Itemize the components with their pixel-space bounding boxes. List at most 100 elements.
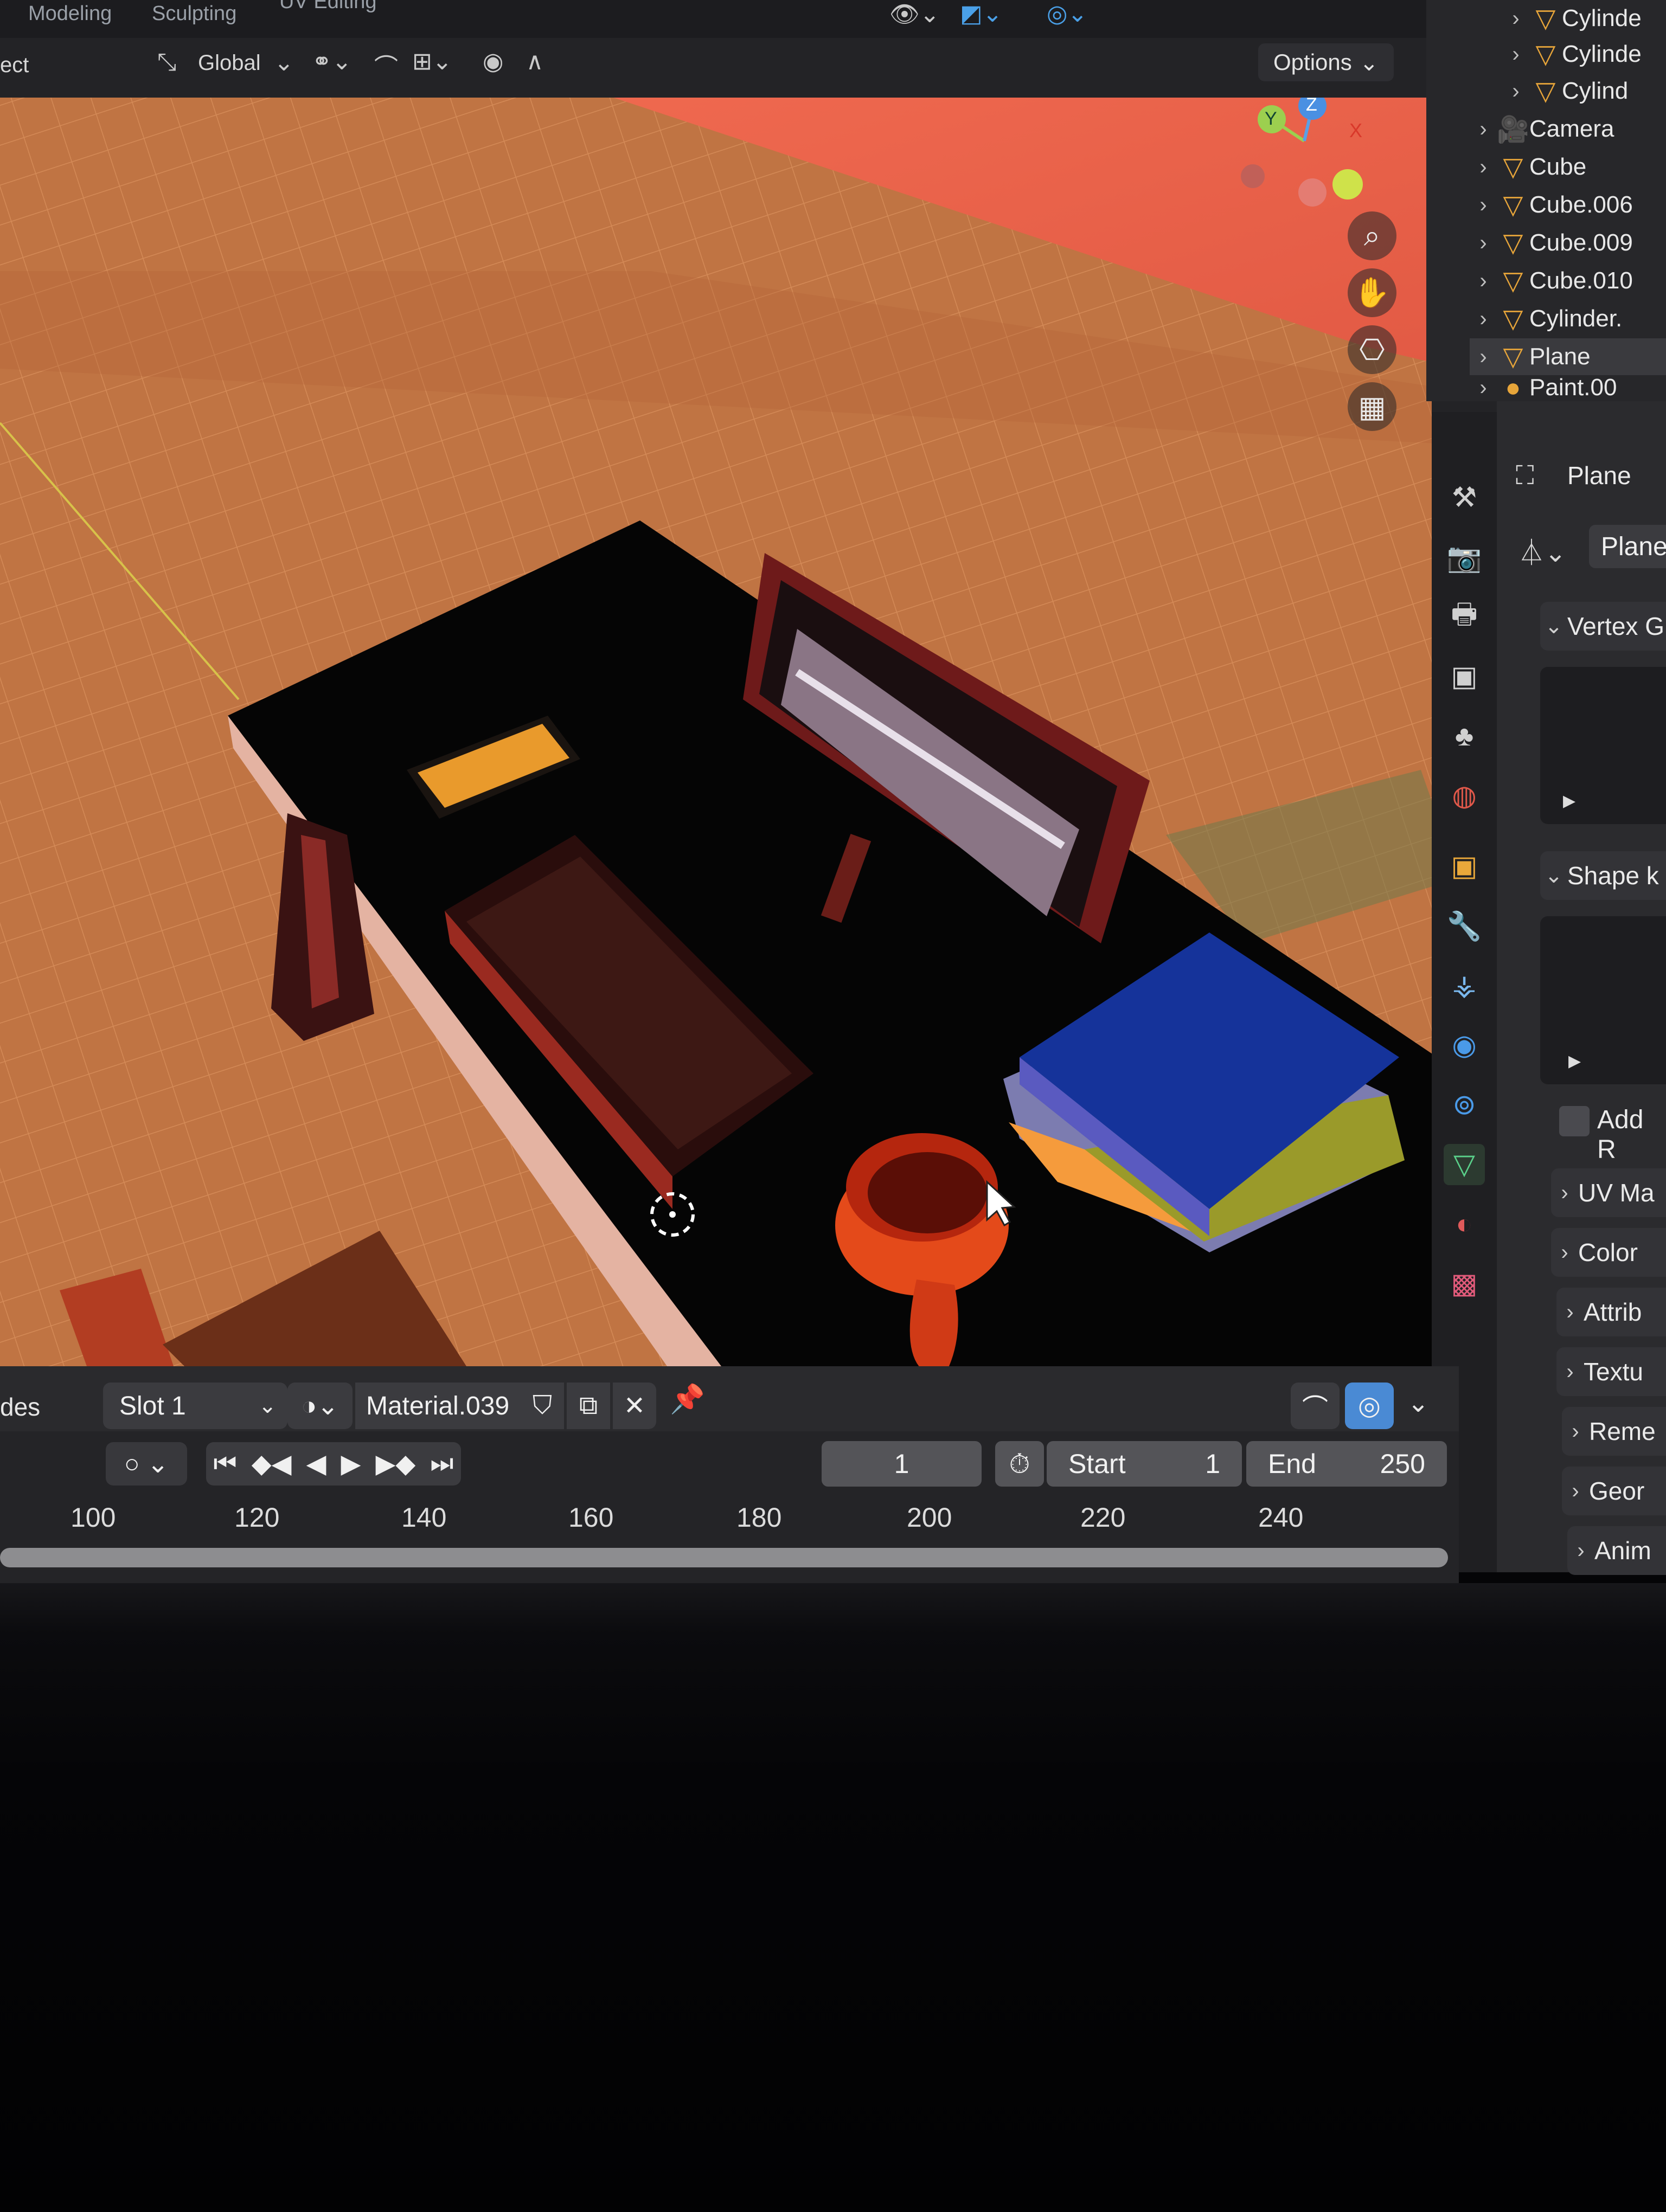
chevron-down-icon: ⌄ bbox=[274, 49, 294, 76]
view-object-types-icon[interactable]: 👁⌄ bbox=[889, 0, 940, 28]
overlay-toggle-icon[interactable]: ◎ bbox=[1345, 1382, 1394, 1429]
outliner-item[interactable]: › ▽ Cylinder. bbox=[1470, 300, 1666, 337]
outliner-item[interactable]: › ▽ Cube.006 bbox=[1470, 187, 1666, 223]
outliner-item[interactable]: › ▽ Cube bbox=[1470, 149, 1666, 185]
pan-hand-icon[interactable]: ✋ bbox=[1348, 268, 1396, 317]
gizmo-toggle-icon[interactable]: ◩⌄ bbox=[960, 0, 1002, 28]
slot-dropdown[interactable]: Slot 1 ⌄ bbox=[103, 1382, 287, 1429]
unlink-close-icon[interactable]: ✕ bbox=[613, 1382, 656, 1429]
prev-keyframe-icon[interactable]: ◆◀ bbox=[252, 1449, 292, 1479]
duplicate-material-icon[interactable]: ⧉ bbox=[567, 1382, 610, 1429]
current-frame-field[interactable]: 1 bbox=[822, 1441, 982, 1487]
chevron-down-icon[interactable]: ⌄ bbox=[1407, 1388, 1429, 1418]
expand-arrow-icon[interactable]: › bbox=[1470, 307, 1497, 331]
world-icon[interactable]: ◍ bbox=[1444, 775, 1485, 816]
browse-material-button[interactable]: ◑⌄ bbox=[287, 1382, 353, 1429]
modifier-wrench-icon[interactable]: 🔧 bbox=[1444, 905, 1485, 947]
expand-arrow-icon[interactable]: › bbox=[1470, 193, 1497, 217]
panel-geometry-data[interactable]: › Geor bbox=[1562, 1467, 1666, 1515]
ortho-grid-icon[interactable]: ▦ bbox=[1348, 382, 1396, 431]
jump-to-end-icon[interactable]: ⏭ bbox=[430, 1449, 453, 1479]
play-icon[interactable]: ▶ bbox=[341, 1449, 361, 1479]
start-frame-field[interactable]: Start 1 bbox=[1047, 1441, 1242, 1487]
scene-render bbox=[0, 65, 1459, 1366]
outliner-item[interactable]: › 🎥 Camera bbox=[1470, 111, 1666, 147]
material-icon[interactable]: ◐ bbox=[1444, 1204, 1485, 1245]
mesh-data-icon[interactable]: ▽ bbox=[1444, 1144, 1485, 1185]
object-icon[interactable]: ▣ bbox=[1444, 846, 1485, 887]
jump-to-start-icon[interactable]: ⏮ bbox=[214, 1449, 237, 1479]
tool-icon[interactable]: ⚒ bbox=[1444, 477, 1485, 518]
panel-vertex-groups[interactable]: ⌄ Vertex G bbox=[1540, 602, 1666, 651]
outliner-item-selected[interactable]: › ▽ Plane bbox=[1470, 338, 1666, 375]
mesh-data-icon[interactable]: ⏃⌄ bbox=[1518, 531, 1566, 569]
chevron-right-icon: › bbox=[1572, 1478, 1579, 1503]
panel-uv-maps[interactable]: › UV Ma bbox=[1551, 1168, 1666, 1217]
panel-attributes[interactable]: › Attrib bbox=[1556, 1288, 1666, 1336]
panel-animation[interactable]: › Anim bbox=[1567, 1526, 1666, 1575]
outliner-item[interactable]: › ▽ Cylinde bbox=[1502, 0, 1666, 37]
expand-arrow-icon[interactable]: › bbox=[1470, 345, 1497, 369]
pivot-point-icon[interactable]: ⚭⌄ bbox=[312, 48, 352, 75]
expand-arrow-icon[interactable]: › bbox=[1502, 7, 1529, 31]
end-frame-field[interactable]: End 250 bbox=[1246, 1441, 1447, 1487]
transform-orientation-dropdown[interactable]: Global bbox=[198, 51, 261, 75]
panel-remesh[interactable]: › Reme bbox=[1562, 1407, 1666, 1456]
outliner-item[interactable]: › ▽ Cube.010 bbox=[1470, 262, 1666, 299]
material-name-field[interactable]: Material.039 bbox=[355, 1382, 529, 1429]
panel-color-attributes[interactable]: › Color bbox=[1551, 1228, 1666, 1277]
timeline-scrollbar[interactable] bbox=[0, 1548, 1448, 1567]
snap-toggle-icon[interactable]: ⌒ bbox=[1291, 1382, 1340, 1429]
expand-arrow-icon[interactable]: › bbox=[1470, 155, 1497, 179]
panel-title: Shape k bbox=[1567, 861, 1659, 890]
zoom-icon[interactable]: ⌕ bbox=[1348, 211, 1396, 260]
outliner-item[interactable]: › ● Paint.00 bbox=[1470, 374, 1666, 401]
expand-arrow-icon[interactable]: › bbox=[1470, 269, 1497, 293]
panel-texture-space[interactable]: › Textu bbox=[1556, 1347, 1666, 1396]
tab-uv-editing[interactable]: UV Editing bbox=[279, 0, 377, 14]
mesh-name-field[interactable]: Plane bbox=[1589, 525, 1666, 568]
vertex-groups-list[interactable]: ▶ bbox=[1540, 667, 1666, 824]
particles-icon[interactable]: ⚶ bbox=[1444, 965, 1485, 1006]
end-label: End bbox=[1268, 1449, 1316, 1479]
snap-icon[interactable]: ⌒ bbox=[374, 48, 398, 82]
next-keyframe-icon[interactable]: ▶◆ bbox=[375, 1449, 415, 1479]
outliner-item[interactable]: › ▽ Cube.009 bbox=[1470, 224, 1666, 261]
output-icon[interactable]: 🖶 bbox=[1444, 596, 1485, 638]
expand-arrow-icon[interactable]: › bbox=[1470, 231, 1497, 255]
fake-user-shield-icon[interactable]: ⛉ bbox=[521, 1382, 564, 1429]
timer-clock-icon[interactable]: ⏱ bbox=[995, 1441, 1044, 1487]
physics-icon[interactable]: ◉ bbox=[1444, 1025, 1485, 1066]
shape-keys-list[interactable]: ▶ bbox=[1540, 916, 1666, 1084]
proportional-editing-icon[interactable]: ◉ bbox=[483, 48, 503, 75]
pin-icon[interactable]: 📌 bbox=[670, 1382, 705, 1416]
material-slot-bar: des Slot 1 ⌄ ◑⌄ Material.039 ⛉ ⧉ ✕ 📌 ⌒ ◎… bbox=[0, 1366, 1459, 1442]
panel-shape-keys[interactable]: ⌄ Shape k bbox=[1540, 851, 1666, 900]
interaction-mode-label[interactable]: ect bbox=[0, 53, 29, 78]
material-sphere-icon: ◑⌄ bbox=[301, 1392, 339, 1420]
camera-view-icon[interactable]: ⎔ bbox=[1348, 325, 1396, 374]
keying-dropdown[interactable]: ○ ⌄ bbox=[106, 1442, 187, 1486]
expand-arrow-icon[interactable]: › bbox=[1502, 79, 1529, 104]
constraints-icon[interactable]: ⊚ bbox=[1444, 1084, 1485, 1126]
monitor-bezel-dark-area bbox=[0, 1583, 1666, 2212]
add-rest-checkbox[interactable] bbox=[1559, 1106, 1590, 1136]
outliner-item[interactable]: › ▽ Cylind bbox=[1502, 73, 1666, 110]
falloff-icon[interactable]: ∧ bbox=[526, 48, 543, 75]
viewport-header: ect ⤡ Global ⌄ ⚭⌄ ⌒ ⊞⌄ ◉ ∧ Options ⌄ bbox=[0, 38, 1426, 98]
3d-viewport[interactable]: Y Z X ⌕ ✋ ⎔ ▦ bbox=[0, 65, 1459, 1366]
texture-checker-icon[interactable]: ▩ bbox=[1444, 1263, 1485, 1304]
scene-icon[interactable]: ♣ bbox=[1444, 716, 1485, 757]
render-icon[interactable]: 📷 bbox=[1444, 537, 1485, 578]
expand-arrow-icon[interactable]: › bbox=[1502, 42, 1529, 67]
outliner-item[interactable]: › ▽ Cylinde bbox=[1502, 36, 1666, 73]
tab-modeling[interactable]: Modeling bbox=[28, 2, 112, 25]
play-reverse-icon[interactable]: ◀ bbox=[306, 1449, 326, 1479]
expand-arrow-icon[interactable]: › bbox=[1470, 376, 1497, 400]
expand-arrow-icon[interactable]: › bbox=[1470, 117, 1497, 142]
view-layer-icon[interactable]: ▣ bbox=[1444, 656, 1485, 697]
tab-sculpting[interactable]: Sculpting bbox=[152, 2, 236, 25]
snap-increment-icon[interactable]: ⊞⌄ bbox=[412, 48, 452, 75]
options-button[interactable]: Options ⌄ bbox=[1258, 43, 1394, 81]
overlay-toggle-icon[interactable]: ◎⌄ bbox=[1047, 0, 1087, 28]
